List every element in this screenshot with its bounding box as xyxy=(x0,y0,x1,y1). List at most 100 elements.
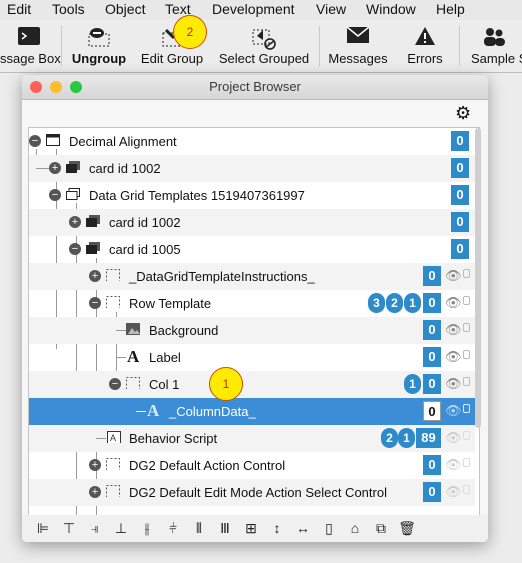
expand-toggle[interactable]: + xyxy=(89,486,101,498)
card-icon xyxy=(86,242,100,254)
message-box-label: ssage Box xyxy=(0,51,61,66)
row-label: card id 1002 xyxy=(109,215,181,230)
lock-icon[interactable] xyxy=(463,269,470,278)
align-right-icon[interactable]: ⫣ xyxy=(86,520,104,536)
project-browser-window: Project Browser ⚙ − Decimal Alignment 0 … xyxy=(22,75,488,542)
vertical-scrollbar[interactable] xyxy=(475,128,481,428)
expand-toggle[interactable]: + xyxy=(49,162,61,174)
collapse-toggle[interactable]: − xyxy=(89,297,101,309)
menu-view[interactable]: View xyxy=(316,1,346,17)
expand-toggle[interactable]: + xyxy=(69,216,81,228)
eye-icon[interactable]: 👁 xyxy=(445,457,462,473)
lock-icon[interactable] xyxy=(463,296,470,305)
eye-icon[interactable]: 👁 xyxy=(445,322,462,338)
lock-icon[interactable] xyxy=(463,458,470,467)
eye-icon[interactable]: 👁 xyxy=(445,403,462,419)
collapse-toggle[interactable]: − xyxy=(109,378,121,390)
row-label: Decimal Alignment xyxy=(69,134,177,149)
row-label: Behavior Script xyxy=(129,431,218,446)
edit-group-label: Edit Group xyxy=(140,51,204,66)
tree-row-behavior-script[interactable]: A Behavior Script 2 1 89 👁 xyxy=(29,425,475,452)
collapse-toggle[interactable]: − xyxy=(29,135,41,147)
tree-row-datagrid-instructions[interactable]: + _DataGridTemplateInstructions_ 0 👁 xyxy=(29,263,475,290)
stack-icon xyxy=(46,134,60,146)
tree-row-card-1002[interactable]: + card id 1002 0 xyxy=(29,209,475,236)
tree-connector xyxy=(116,357,126,358)
trash-icon[interactable]: 🗑 xyxy=(398,520,416,536)
row-label: card id 1002 xyxy=(89,161,161,176)
collapse-toggle[interactable]: − xyxy=(69,243,81,255)
lock-icon[interactable] xyxy=(463,377,470,386)
tree-row-row-template[interactable]: − Row Template 3 2 1 0 👁 xyxy=(29,290,475,317)
expand-toggle[interactable]: + xyxy=(89,459,101,471)
equal-height-icon[interactable]: ↕ xyxy=(268,520,286,536)
expand-toggle[interactable]: + xyxy=(89,270,101,282)
script-badge: 2 xyxy=(386,293,403,313)
row-label: Label xyxy=(149,350,181,365)
eye-icon[interactable]: 👁 xyxy=(445,349,462,365)
tree-row-data-grid-templates[interactable]: − Data Grid Templates 1519407361997 0 xyxy=(29,182,475,209)
tree-row-card-1005[interactable]: − card id 1005 0 xyxy=(29,236,475,263)
script-badge: 1 xyxy=(404,293,421,313)
eye-icon[interactable]: 👁 xyxy=(445,295,462,311)
select-grouped-button[interactable]: Select Grouped xyxy=(213,20,315,72)
eye-icon[interactable]: 👁 xyxy=(445,376,462,392)
align-left-icon[interactable]: ⊫ xyxy=(34,520,52,536)
lock-icon[interactable] xyxy=(463,323,470,332)
toolbar: ssage Box Ungroup Edit Group Select Grou… xyxy=(0,20,522,73)
messages-button[interactable]: Messages xyxy=(325,20,391,72)
center-icon[interactable]: ⊞ xyxy=(242,520,260,536)
eye-icon[interactable]: 👁 xyxy=(445,268,462,284)
lock-icon[interactable] xyxy=(463,404,470,413)
message-box-button[interactable]: ssage Box xyxy=(0,20,61,72)
folder-icon[interactable]: ⌂ xyxy=(346,520,364,536)
terminal-icon xyxy=(18,27,40,45)
collapse-toggle[interactable]: − xyxy=(49,189,61,201)
count-badge: 0 xyxy=(423,293,441,313)
align-bottom-icon[interactable]: ⊥ xyxy=(112,520,130,536)
lock-icon[interactable] xyxy=(463,431,470,440)
sample-stacks-label: Sample S xyxy=(471,51,522,66)
text-field-icon: A xyxy=(147,401,160,420)
ungroup-button[interactable]: Ungroup xyxy=(68,20,130,72)
script-badge: 1 xyxy=(398,428,415,448)
duplicate-icon[interactable]: ⧉ xyxy=(372,520,390,536)
errors-button[interactable]: Errors xyxy=(398,20,452,72)
tree-row-dg2-edit-mode-control[interactable]: + DG2 Default Edit Mode Action Select Co… xyxy=(29,479,475,506)
distribute-horizontal-icon[interactable]: ⫴ xyxy=(190,520,208,536)
menu-tools[interactable]: Tools xyxy=(52,1,85,17)
eye-icon[interactable]: 👁 xyxy=(445,430,462,446)
sample-stacks-button[interactable]: Sample S xyxy=(465,20,522,72)
tree-row-decimal-alignment[interactable]: − Decimal Alignment 0 xyxy=(29,128,475,155)
align-center-vertical-icon[interactable]: ⫲ xyxy=(138,520,156,536)
tree-connector xyxy=(96,438,106,439)
count-badge: 0 xyxy=(451,131,469,151)
tree-row-col-1[interactable]: − Col 1 1 0 👁 xyxy=(29,371,475,398)
tree-row-card-1002[interactable]: + card id 1002 0 xyxy=(29,155,475,182)
group-icon xyxy=(106,485,120,497)
envelope-icon xyxy=(346,26,370,43)
row-label: Background xyxy=(149,323,219,338)
tree-row-column-data[interactable]: A _ColumnData_ 0 👁 xyxy=(29,398,475,425)
menu-help[interactable]: Help xyxy=(436,1,465,17)
lock-icon[interactable] xyxy=(463,485,470,494)
menu-edit[interactable]: Edit xyxy=(7,1,31,17)
lock-icon[interactable] xyxy=(463,350,470,359)
menu-window[interactable]: Window xyxy=(366,1,416,17)
tree-row-background[interactable]: Background 0 👁 xyxy=(29,317,475,344)
gear-icon[interactable]: ⚙ xyxy=(455,103,471,124)
count-badge: 0 xyxy=(423,266,441,286)
align-top-icon[interactable]: ⊤ xyxy=(60,520,78,536)
row-label: Row Template xyxy=(129,296,212,311)
tree-connector xyxy=(116,330,126,331)
new-file-icon[interactable]: ▯ xyxy=(320,520,338,536)
menu-development[interactable]: Development xyxy=(212,1,295,17)
text-field-icon: A xyxy=(127,347,140,366)
tree-row-label[interactable]: A Label 0 👁 xyxy=(29,344,475,371)
eye-icon[interactable]: 👁 xyxy=(445,484,462,500)
tree-row-dg2-action-control[interactable]: + DG2 Default Action Control 0 👁 xyxy=(29,452,475,479)
align-center-horizontal-icon[interactable]: ⫩ xyxy=(164,520,182,536)
distribute-vertical-icon[interactable]: Ⅲ xyxy=(216,520,234,536)
equal-width-icon[interactable]: ↔ xyxy=(294,520,312,536)
menu-object[interactable]: Object xyxy=(105,1,145,17)
